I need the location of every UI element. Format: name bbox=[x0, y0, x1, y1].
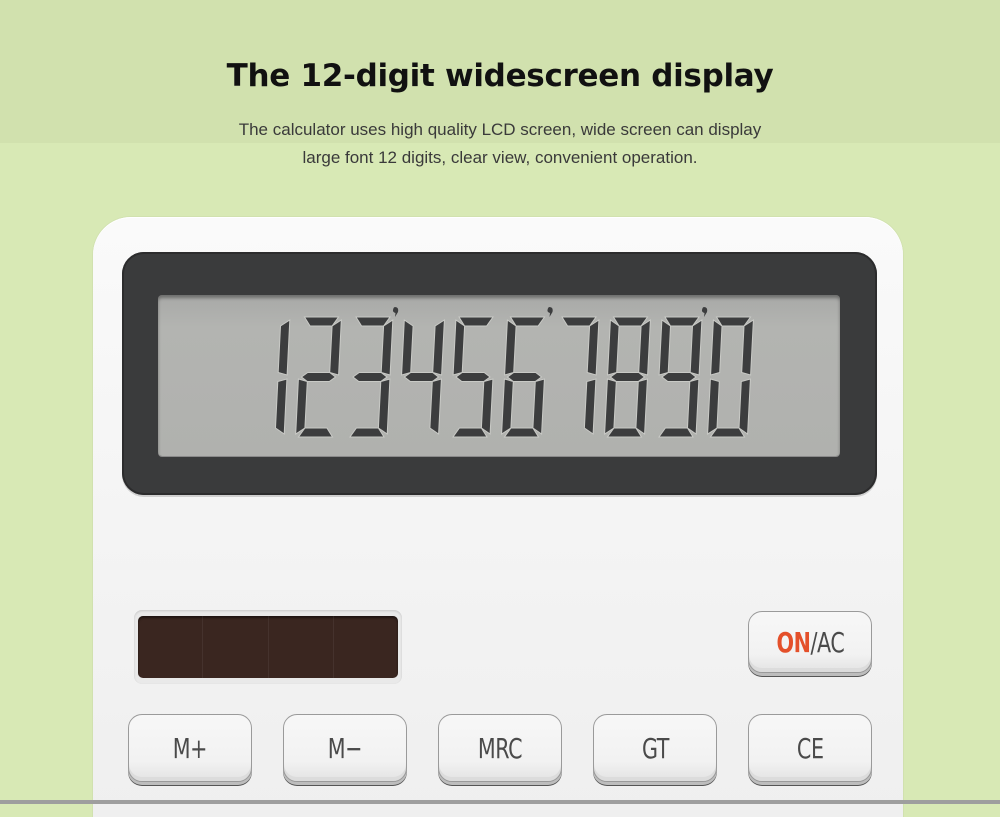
lcd-segment bbox=[586, 319, 600, 376]
lcd-separator bbox=[701, 307, 708, 317]
ac-label: /AC bbox=[810, 625, 844, 659]
lcd-segment bbox=[295, 378, 308, 435]
lcd-segment bbox=[658, 427, 694, 438]
lcd-segment bbox=[583, 378, 597, 435]
lcd-segment bbox=[377, 378, 391, 435]
subtitle-line-2: large font 12 digits, clear view, conven… bbox=[302, 148, 698, 167]
key-label: M+ bbox=[172, 731, 208, 765]
lcd-segment bbox=[638, 319, 651, 376]
lcd-segment bbox=[455, 372, 491, 382]
lcd-segment bbox=[609, 372, 646, 382]
lcd-segment bbox=[458, 316, 494, 327]
lcd-digits bbox=[274, 307, 754, 438]
lcd-segment bbox=[480, 378, 494, 435]
key-label: M− bbox=[327, 731, 363, 765]
bottom-edge bbox=[0, 800, 1000, 804]
lcd-segment bbox=[506, 372, 543, 382]
solar-cell bbox=[269, 616, 334, 678]
page-title: The 12-digit widescreen display bbox=[226, 58, 774, 94]
on-label: ON bbox=[776, 625, 811, 659]
lcd-segment bbox=[329, 319, 342, 376]
lcd-segment bbox=[504, 319, 517, 376]
lcd-segment bbox=[686, 378, 700, 435]
key-label: CE bbox=[796, 731, 824, 765]
lcd-segment bbox=[429, 378, 442, 435]
gt-key[interactable]: GT bbox=[593, 714, 717, 782]
lcd-display bbox=[158, 295, 840, 456]
lcd-segment bbox=[607, 319, 620, 376]
key-label: MRC bbox=[477, 731, 523, 765]
lcd-segment bbox=[380, 319, 394, 376]
solar-cell bbox=[334, 616, 398, 678]
lcd-segment bbox=[707, 378, 720, 435]
lcd-segment bbox=[300, 372, 337, 382]
ce-key[interactable]: CE bbox=[748, 714, 872, 782]
lcd-segment bbox=[604, 378, 617, 435]
lcd-segment bbox=[297, 427, 334, 438]
on-ac-key[interactable]: ON/AC bbox=[748, 611, 872, 673]
lcd-segment bbox=[509, 316, 546, 327]
lcd-segment bbox=[452, 319, 466, 376]
lcd-segment bbox=[689, 319, 703, 376]
lcd-segment bbox=[501, 378, 514, 435]
lcd-segment bbox=[503, 427, 540, 438]
lcd-segment bbox=[277, 319, 291, 376]
lcd-segment bbox=[452, 427, 488, 438]
page-subtitle: The calculator uses high quality LCD scr… bbox=[0, 116, 1000, 172]
lcd-segment bbox=[710, 319, 723, 376]
lcd-separator bbox=[392, 307, 399, 317]
solar-cell bbox=[203, 616, 269, 678]
lcd-segment bbox=[352, 372, 388, 382]
lcd-segment bbox=[532, 378, 545, 435]
lcd-segment bbox=[661, 372, 697, 382]
m-plus-key[interactable]: M+ bbox=[128, 714, 252, 782]
lcd-segment bbox=[403, 372, 440, 382]
lcd-segment bbox=[349, 427, 385, 438]
lcd-segment bbox=[658, 319, 672, 376]
lcd-segment bbox=[432, 319, 445, 376]
lcd-segment bbox=[738, 378, 751, 435]
lcd-segment bbox=[274, 378, 288, 435]
lcd-segment bbox=[401, 319, 414, 376]
solar-cell bbox=[138, 616, 204, 678]
mrc-key[interactable]: MRC bbox=[438, 714, 562, 782]
lcd-separator bbox=[547, 307, 553, 317]
lcd-segment bbox=[635, 378, 648, 435]
key-label: GT bbox=[641, 731, 669, 765]
subtitle-line-1: The calculator uses high quality LCD scr… bbox=[238, 120, 762, 139]
lcd-segment bbox=[741, 319, 754, 376]
m-minus-key[interactable]: M− bbox=[283, 714, 407, 782]
solar-panel bbox=[138, 616, 398, 678]
